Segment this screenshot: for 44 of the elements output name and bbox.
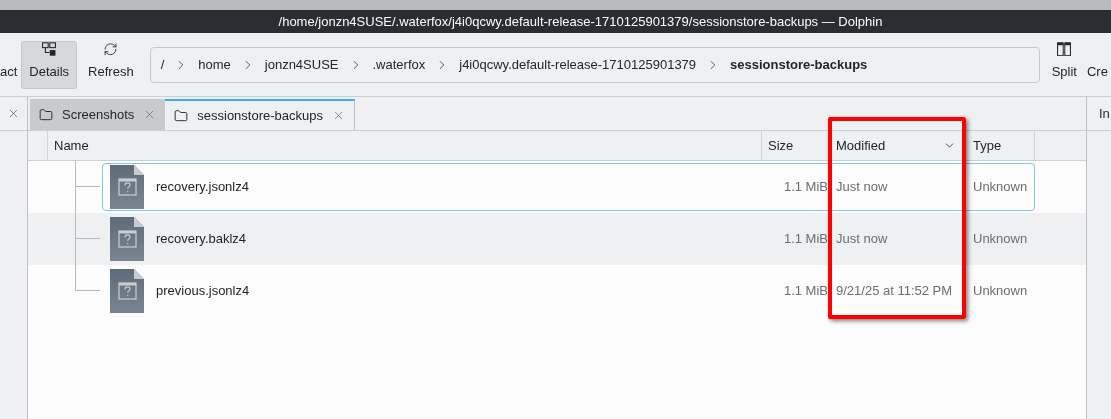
column-header[interactable]: Name: [48, 131, 762, 160]
details-view-button[interactable]: Details: [21, 40, 78, 89]
breadcrumb-item[interactable]: home: [198, 54, 231, 75]
close-tab-icon[interactable]: [332, 109, 345, 122]
folder-icon: [174, 108, 189, 123]
refresh-button[interactable]: Refresh: [80, 40, 142, 89]
modified-date: Just now: [835, 178, 889, 197]
breadcrumb-item[interactable]: .waterfox: [372, 54, 426, 75]
column-header[interactable]: Type: [963, 131, 1035, 160]
close-icon[interactable]: [7, 107, 20, 120]
panel-title: In: [1099, 104, 1110, 123]
column-header[interactable]: Modified: [830, 131, 963, 160]
folder-icon: [39, 107, 53, 122]
window-title: /home/jonzn4SUSE/.waterfox/j4i0qcwy.default-release-1710125901379/sessionstore-backups — Dolphin: [277, 12, 883, 31]
file-size: 1.1 MiB: [782, 178, 829, 197]
file-row[interactable]: previous.jsonlz4 1.1 MiB 9/21/25 at 11:52 PM Unknown: [28, 265, 1086, 317]
breadcrumb-item[interactable]: /: [160, 54, 165, 75]
file-type: Unknown: [972, 230, 1029, 249]
modified-date: 9/21/25 at 11:52 PM: [835, 282, 954, 301]
file-name: recovery.baklz4: [156, 230, 247, 249]
breadcrumb-item[interactable]: sessionstore-backups: [730, 54, 868, 75]
refresh-icon: [102, 41, 120, 56]
tab[interactable]: Screenshots: [30, 99, 166, 130]
file-size: 1.1 MiB: [782, 282, 829, 301]
breadcrumb-item[interactable]: jonzn4SUSE: [264, 54, 339, 75]
file-name: recovery.jsonlz4: [156, 178, 249, 197]
breadcrumb-bar[interactable]: / home jonzn4SUSE .waterfox j4i0qcwy.default-release-1710125901379 sessionstore-backups: [149, 46, 1040, 83]
split-button[interactable]: Split: [1043, 40, 1085, 89]
toolbar-button[interactable]: act: [0, 40, 19, 89]
modified-date: Just now: [835, 230, 889, 249]
details-view-icon: [40, 41, 59, 56]
split-view-icon: [1055, 41, 1074, 56]
file-type: Unknown: [972, 282, 1029, 301]
file-size: 1.1 MiB: [782, 230, 829, 249]
file-row[interactable]: recovery.baklz4 1.1 MiB Just now Unknown: [28, 213, 1086, 265]
file-type: Unknown: [972, 178, 1029, 197]
toolbar-button[interactable]: Cre: [1085, 40, 1109, 89]
file-name: previous.jsonlz4: [156, 282, 250, 301]
tab[interactable]: sessionstore-backups: [165, 99, 355, 130]
unknown-file-icon: [110, 269, 144, 313]
unknown-file-icon: [110, 165, 144, 209]
breadcrumb-item[interactable]: j4i0qcwy.default-release-1710125901379: [459, 54, 697, 75]
unknown-file-icon: [110, 217, 144, 261]
column-header[interactable]: Size: [762, 131, 830, 160]
